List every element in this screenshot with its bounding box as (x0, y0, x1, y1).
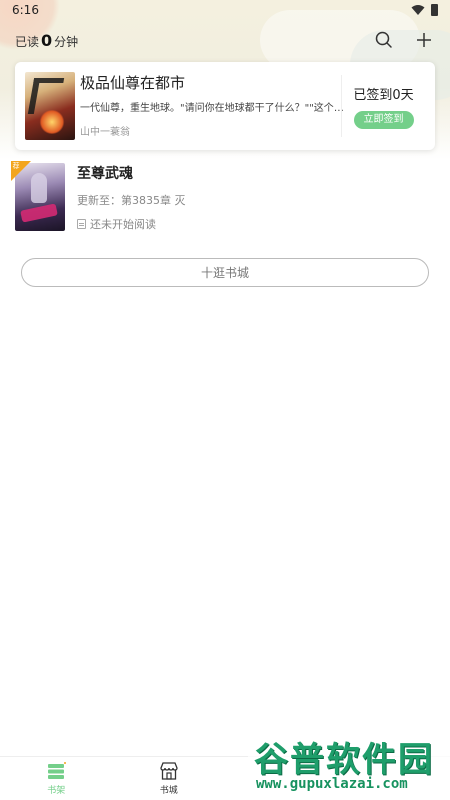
status-time: 6:16 (12, 3, 39, 17)
browse-store-button[interactable]: 十逛书城 (21, 258, 429, 287)
featured-book-author: 山中一蓑翁 (80, 127, 130, 138)
watermark: 谷普软件园 www.gupuxlazai.com (248, 728, 450, 800)
cover-art (39, 110, 65, 134)
tab-label: 书架 (47, 786, 66, 796)
search-button[interactable] (373, 29, 395, 51)
tab-bookstore[interactable]: 书城 (113, 757, 226, 800)
signin-button[interactable]: 立即签到 (353, 110, 414, 129)
book-title: 至尊武魂 (77, 166, 133, 182)
badge-label: 荐 (12, 162, 20, 170)
signin-panel: 已签到0天 立即签到 (341, 75, 425, 137)
book-progress-text: 还未开始阅读 (90, 218, 156, 231)
cover-art (27, 78, 65, 114)
tab-label: 书城 (159, 786, 178, 796)
signin-status: 已签到0天 (353, 87, 414, 103)
book-cover[interactable] (15, 163, 65, 231)
top-actions (373, 29, 435, 51)
book-progress: 还未开始阅读 (77, 216, 186, 232)
featured-book-card[interactable]: 极品仙尊在都市 一代仙尊，重生地球。"请问你在地球都干了什么？""这个嘛... … (15, 62, 435, 150)
status-bar: 6:16 (0, 0, 450, 20)
reading-time-suffix: 分钟 (54, 34, 79, 49)
add-button[interactable] (413, 29, 435, 51)
cover-art (31, 173, 47, 203)
cover-art (20, 203, 58, 223)
top-bar: 已读 0 分钟 (0, 28, 450, 52)
book-info: 至尊武魂 更新至：第3835章 灭 还未开始阅读 (77, 163, 186, 233)
featured-book-title: 极品仙尊在都市 (80, 74, 186, 92)
status-icons (411, 4, 438, 16)
book-cover[interactable] (25, 72, 75, 140)
book-update: 更新至：第3835章 灭 (77, 194, 186, 207)
search-icon (375, 31, 392, 48)
wifi-icon (411, 5, 425, 15)
battery-icon (431, 4, 438, 16)
store-icon (160, 762, 178, 780)
featured-book-info: 极品仙尊在都市 一代仙尊，重生地球。"请问你在地球都干了什么？""这个嘛... … (80, 74, 348, 138)
reading-time: 已读 0 分钟 (15, 31, 78, 50)
reading-time-value: 0 (41, 30, 53, 50)
featured-book-description: 一代仙尊，重生地球。"请问你在地球都干了什么？""这个嘛... (80, 103, 348, 114)
bookshelf-icon (48, 762, 67, 779)
tab-bookshelf[interactable]: 书架 (0, 757, 113, 800)
plus-icon (417, 33, 431, 47)
shelf-book-item[interactable]: 荐 至尊武魂 更新至：第3835章 灭 还未开始阅读 (11, 161, 435, 233)
watermark-url: www.gupuxlazai.com (256, 776, 408, 792)
watermark-title: 谷普软件园 (254, 740, 434, 780)
reading-time-prefix: 已读 (15, 34, 40, 49)
book-progress-icon (77, 219, 86, 229)
